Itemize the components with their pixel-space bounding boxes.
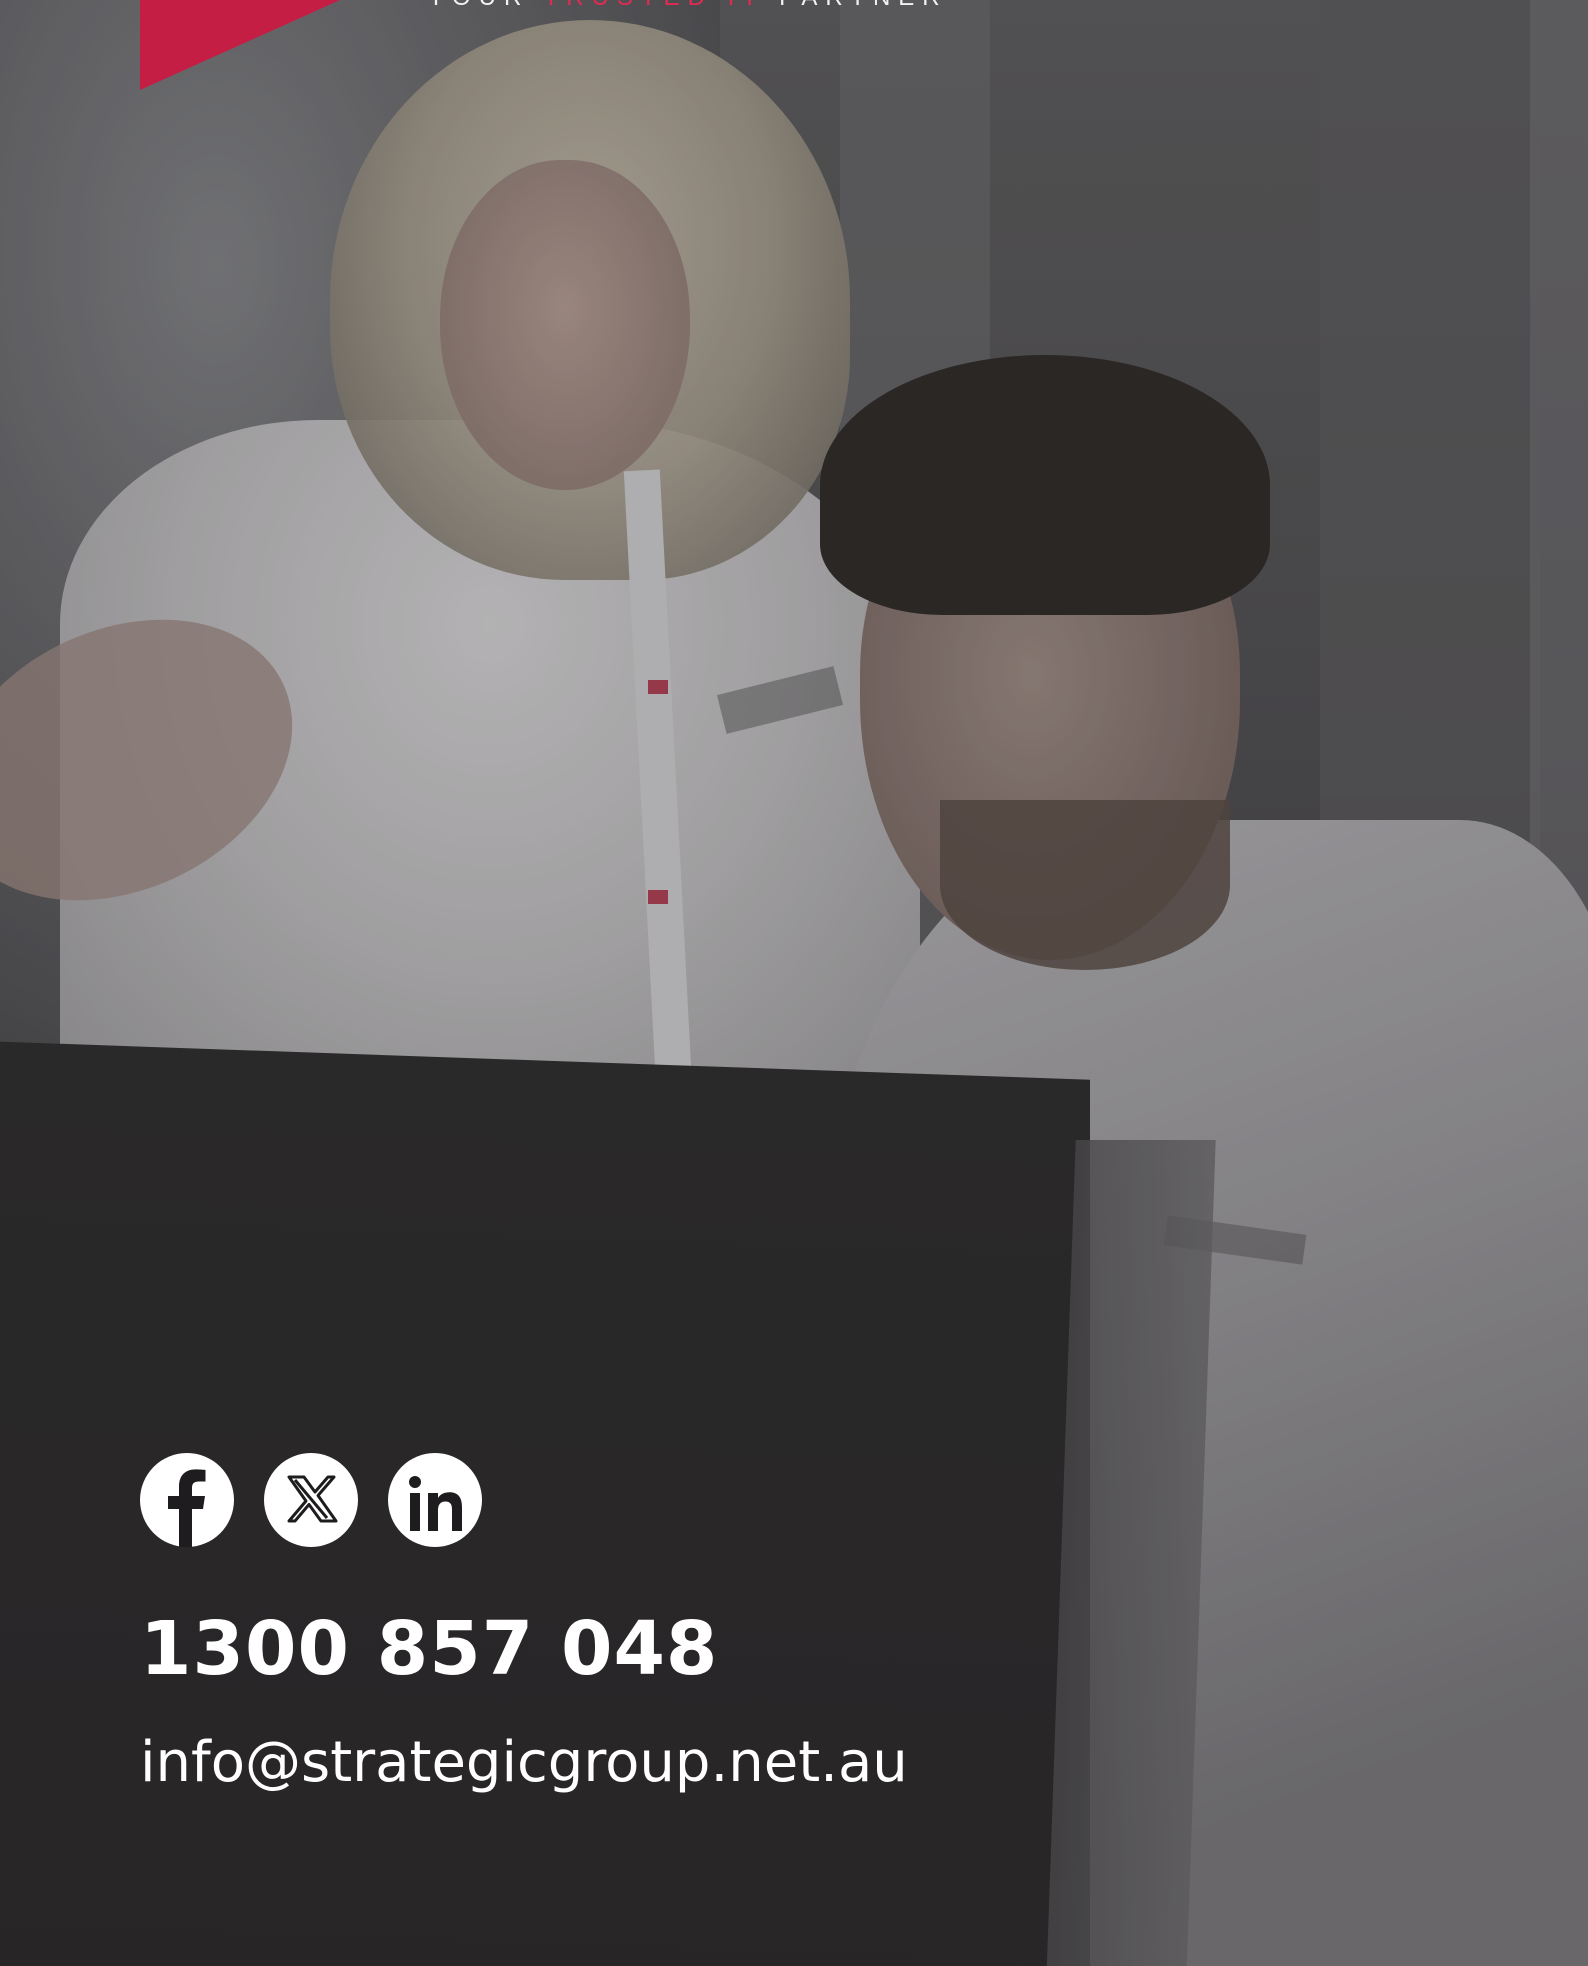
social-links — [140, 1453, 482, 1547]
phone-number[interactable]: 1300 857 048 — [140, 1612, 718, 1686]
facebook-button[interactable] — [140, 1453, 234, 1547]
logo-mark-icon — [140, 0, 340, 90]
tagline-part3: PARTNER — [764, 0, 947, 11]
facebook-icon — [168, 1469, 206, 1547]
linkedin-icon — [409, 1476, 462, 1531]
tagline-part2: TRUSTED IT — [544, 0, 765, 11]
tagline: YOUR TRUSTED IT PARTNER — [428, 0, 948, 10]
x-icon — [287, 1475, 338, 1523]
contact-page: YOUR TRUSTED IT PARTNER 1300 857 048 inf… — [0, 0, 1588, 1966]
linkedin-button[interactable] — [388, 1453, 482, 1547]
x-button[interactable] — [264, 1453, 358, 1547]
tagline-part1: YOUR — [428, 0, 544, 11]
email-address[interactable]: info@strategicgroup.net.au — [140, 1735, 908, 1791]
